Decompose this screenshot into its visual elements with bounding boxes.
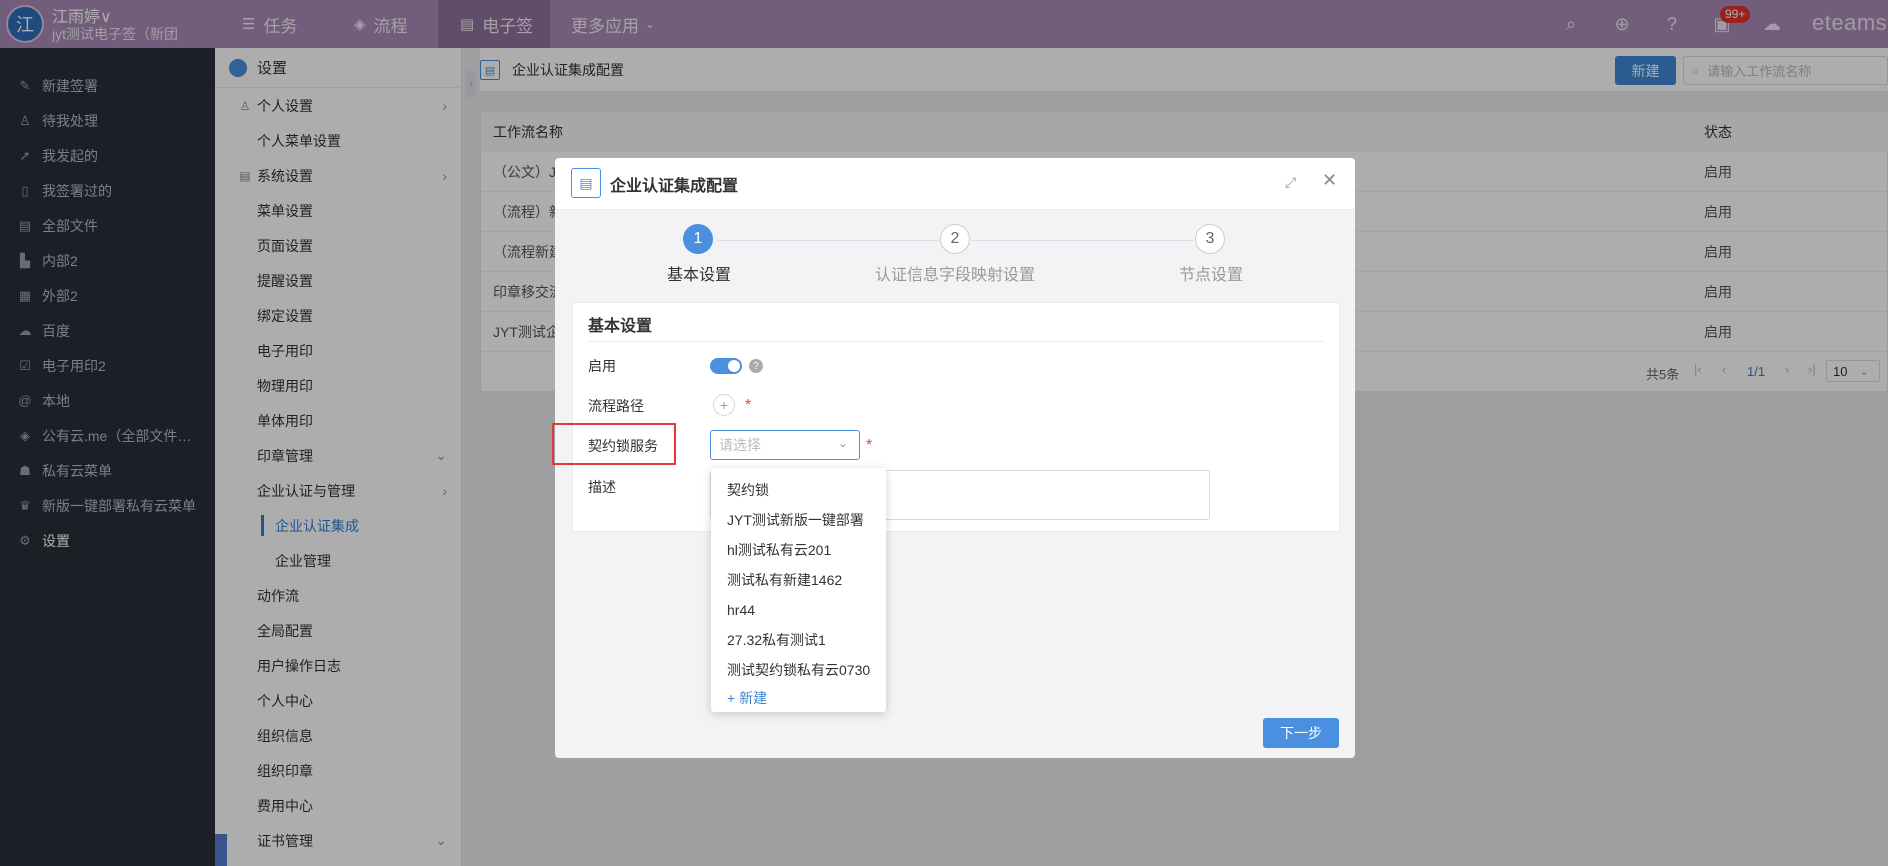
dropdown-option[interactable]: 契约锁 (711, 475, 886, 505)
next-step-button[interactable]: 下一步 (1263, 718, 1339, 748)
desc-label: 描述 (588, 479, 616, 495)
step-2-circle: 2 (940, 224, 970, 254)
step-connector (717, 240, 939, 241)
step-1-label: 基本设置 (667, 267, 732, 284)
step-3-label: 节点设置 (1179, 267, 1244, 284)
step-3-circle: 3 (1195, 224, 1225, 254)
section-divider (588, 341, 1324, 342)
document-icon: ▤ (571, 168, 601, 198)
dropdown-option[interactable]: hr44 (711, 595, 886, 625)
required-marker: * (866, 437, 873, 454)
section-title: 基本设置 (588, 318, 653, 335)
service-placeholder: 请选择 (719, 437, 761, 453)
highlight-box (552, 423, 676, 465)
dialog-title: 企业认证集成配置 (610, 178, 739, 195)
toggle-knob (728, 360, 740, 372)
required-marker: * (745, 397, 752, 414)
path-label: 流程路径 (588, 398, 644, 414)
step-connector (972, 240, 1194, 241)
expand-icon[interactable]: ⤢ (1285, 174, 1296, 191)
step-2-label: 认证信息字段映射设置 (875, 267, 1036, 284)
dropdown-option[interactable]: 测试契约锁私有云0730 (711, 655, 886, 685)
dropdown-option[interactable]: 测试私有新建1462 (711, 565, 886, 595)
add-path-button[interactable]: + (713, 394, 735, 416)
chevron-down-icon: ⌄ (838, 436, 849, 450)
close-icon[interactable]: ✕ (1322, 170, 1337, 191)
help-icon[interactable]: ? (749, 359, 763, 373)
dropdown-option[interactable]: 27.32私有测试1 (711, 625, 886, 655)
enable-label: 启用 (588, 358, 616, 374)
dropdown-option[interactable]: hl测试私有云201 (711, 535, 886, 565)
dropdown-new-button[interactable]: + 新建 (727, 688, 767, 708)
dropdown-option[interactable]: JYT测试新版一键部署 (711, 505, 886, 535)
step-1-circle: 1 (683, 224, 713, 254)
